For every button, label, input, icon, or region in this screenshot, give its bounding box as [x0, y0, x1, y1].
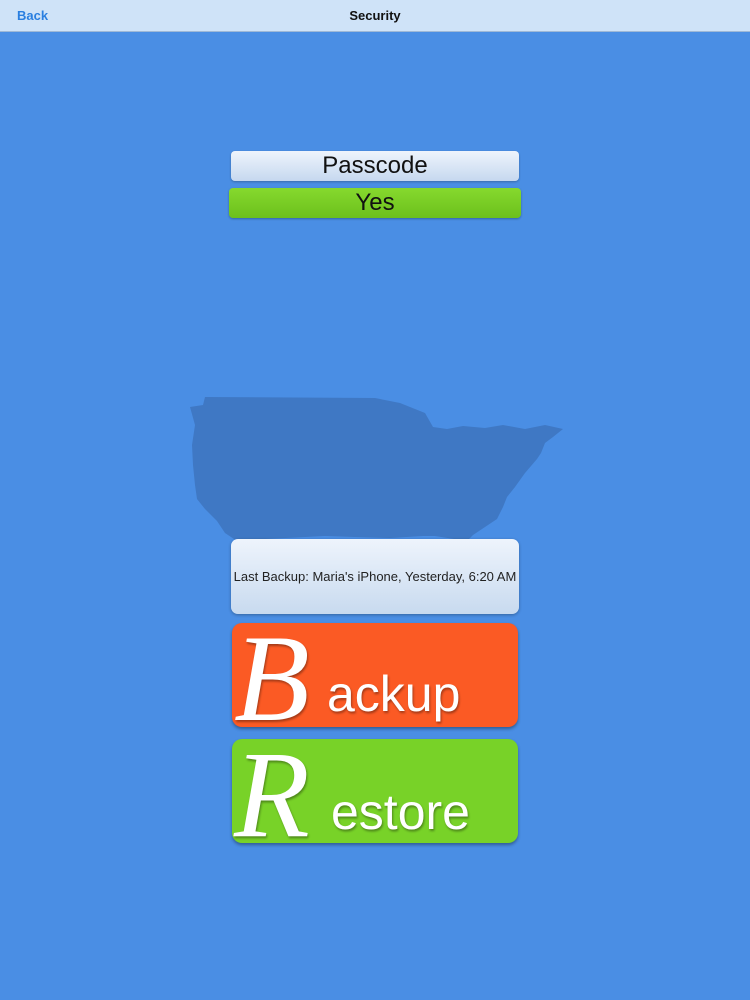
- passcode-toggle-button[interactable]: Yes: [229, 188, 521, 218]
- backup-button[interactable]: B ackup: [232, 623, 518, 727]
- navigation-bar: Back Security: [0, 0, 750, 32]
- restore-label: estore: [331, 784, 470, 840]
- restore-button[interactable]: R estore: [232, 739, 518, 843]
- restore-initial: R: [234, 739, 310, 843]
- page-title: Security: [349, 8, 401, 23]
- backup-initial: B: [234, 623, 310, 727]
- usa-map-icon: [190, 397, 563, 543]
- backup-label: ackup: [327, 666, 461, 722]
- passcode-label: Passcode: [231, 151, 519, 181]
- last-backup-status: Last Backup: Maria's iPhone, Yesterday, …: [231, 539, 519, 614]
